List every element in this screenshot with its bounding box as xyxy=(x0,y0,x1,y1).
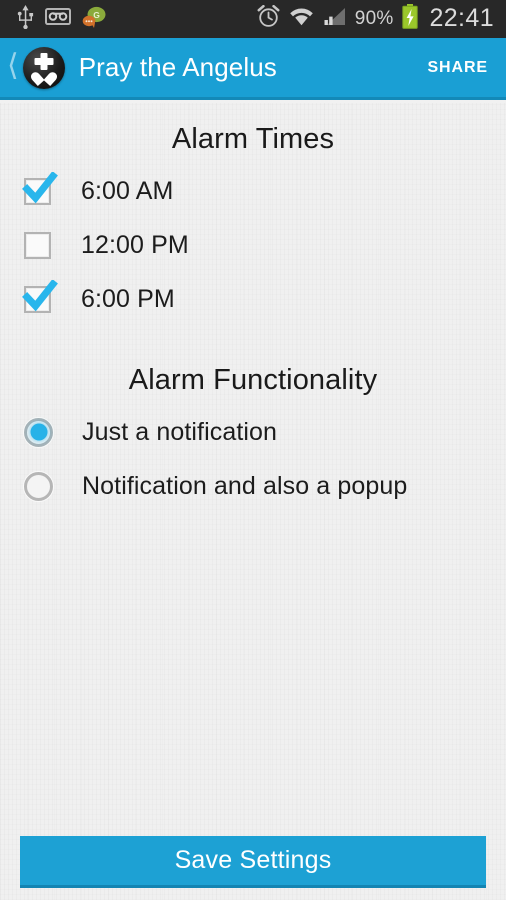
alarm-time-row[interactable]: 12:00 PM xyxy=(0,218,506,272)
alarm-times-heading: Alarm Times xyxy=(171,123,335,155)
battery-charging-icon xyxy=(402,4,419,34)
voicemail-icon xyxy=(45,8,71,30)
radio-just-notification[interactable] xyxy=(24,417,53,447)
alarm-time-label: 12:00 PM xyxy=(81,230,189,259)
check-icon xyxy=(22,279,58,311)
alarm-time-label: 6:00 PM xyxy=(81,284,175,313)
alarm-time-row[interactable]: 6:00 AM xyxy=(0,164,506,218)
check-icon xyxy=(22,171,58,203)
alarm-functionality-row[interactable]: Notification and also a popup xyxy=(0,459,506,513)
save-settings-button[interactable]: Save Settings xyxy=(20,836,486,888)
alarm-time-row[interactable]: 6:00 PM xyxy=(0,272,506,326)
share-button[interactable]: SHARE xyxy=(427,59,488,77)
status-bar-left-icons: G xyxy=(0,4,106,34)
phone-screen: G 90% 22:41 ⟨ Pray the Angelus SHARE Ala… xyxy=(0,0,506,900)
alarm-functionality-list: Just a notification Notification and als… xyxy=(0,397,506,513)
battery-percent-label: 90% xyxy=(354,8,394,29)
alarm-clock-icon xyxy=(257,4,280,33)
page-title: Pray the Angelus xyxy=(78,52,277,82)
alarm-time-label: 6:00 AM xyxy=(81,176,174,205)
clock-label: 22:41 xyxy=(429,3,494,32)
back-chevron-icon[interactable]: ⟨ xyxy=(0,50,21,81)
alarm-functionality-row[interactable]: Just a notification xyxy=(0,405,506,459)
footer-bar: Save Settings xyxy=(0,825,506,900)
status-bar-right-icons: 90% 22:41 xyxy=(257,4,506,34)
usb-icon xyxy=(17,4,34,34)
cross-heart-logo-icon xyxy=(22,46,65,89)
wifi-icon xyxy=(289,7,314,31)
signal-icon xyxy=(323,7,346,31)
alarm-functionality-heading: Alarm Functionality xyxy=(128,364,378,396)
checkbox-alarm-6am[interactable] xyxy=(22,171,58,205)
settings-content: Alarm Times 6:00 AM 12:00 PM 6:00 PM Ala… xyxy=(0,103,506,900)
status-bar: G 90% 22:41 xyxy=(0,0,506,38)
radio-notification-and-popup[interactable] xyxy=(24,471,53,501)
alarm-functionality-label: Just a notification xyxy=(82,417,278,446)
checkbox-alarm-6pm[interactable] xyxy=(22,279,58,313)
action-bar: ⟨ Pray the Angelus SHARE xyxy=(0,38,506,100)
go-chat-icon: G xyxy=(82,6,106,33)
checkbox-alarm-12pm[interactable] xyxy=(24,231,51,259)
alarm-times-list: 6:00 AM 12:00 PM 6:00 PM xyxy=(0,156,506,326)
alarm-functionality-label: Notification and also a popup xyxy=(82,471,408,500)
